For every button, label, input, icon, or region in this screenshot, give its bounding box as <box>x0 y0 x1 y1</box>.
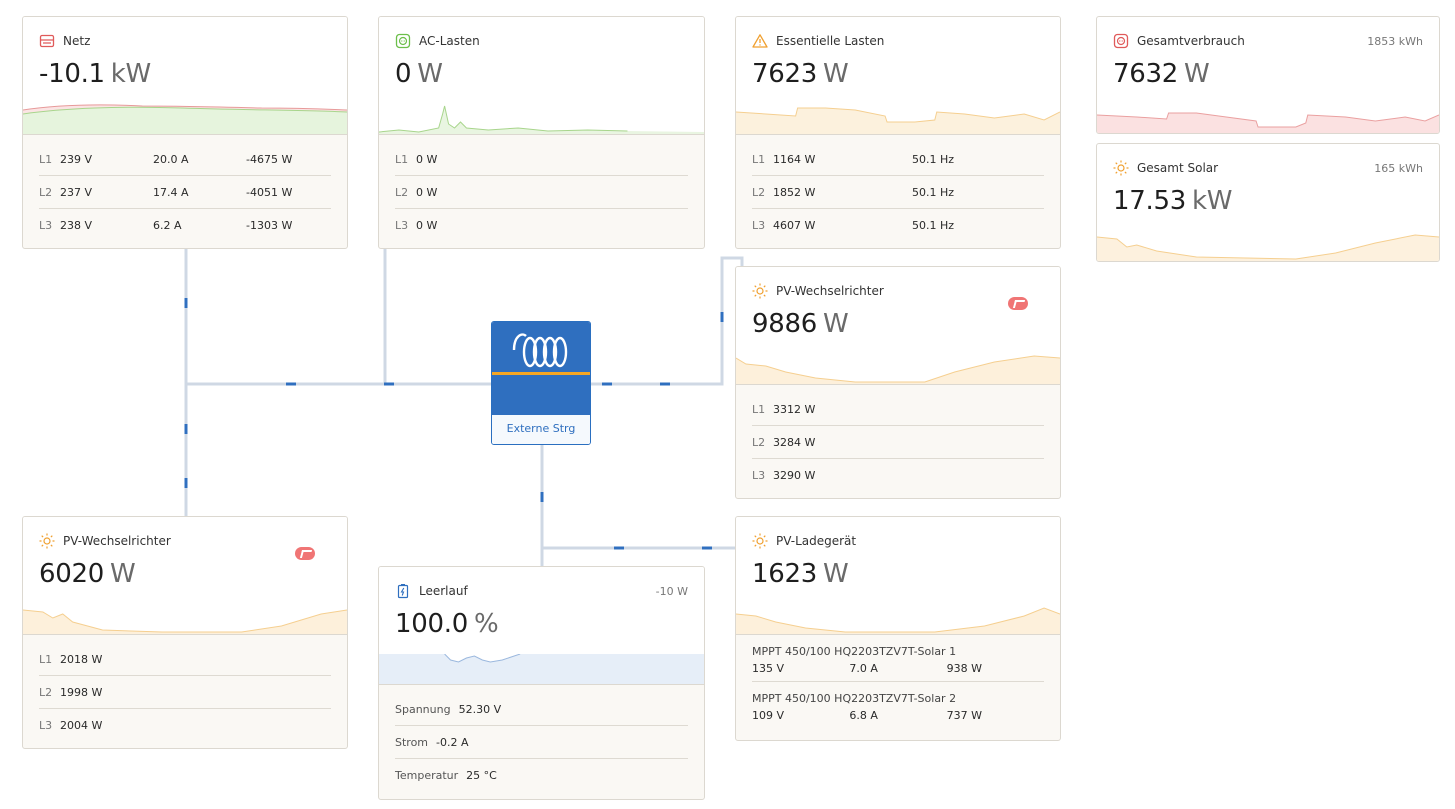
pv-charger-power: 1623 W <box>752 559 849 589</box>
pv-inverter-power: 6020 W <box>39 559 136 589</box>
phase-row: L2 0 W <box>395 176 688 209</box>
battery-sparkline <box>379 654 704 684</box>
phase-row: L2 1998 W <box>39 676 331 709</box>
fronius-badge-icon <box>1008 297 1028 310</box>
pv-inverter-sparkline <box>23 609 347 634</box>
total-solar-card[interactable]: Gesamt Solar 165 kWh 17.53 kW <box>1096 143 1440 262</box>
battery-power: -10 W <box>655 585 688 598</box>
ac-load-power: 0W <box>395 59 443 89</box>
solar-sparkline <box>1097 234 1439 261</box>
total-solar-power: 17.53 kW <box>1113 186 1233 216</box>
card-title: Gesamt Solar <box>1137 161 1219 175</box>
phase-row: L1 3312 W <box>752 393 1044 426</box>
card-title: AC-Lasten <box>419 34 480 48</box>
pv-charger-card[interactable]: PV-Ladegerät 1623 W MPPT 450/100 HQ2203TZ… <box>735 516 1061 741</box>
phase-row: L1 0 W <box>395 143 688 176</box>
battery-soc: 100.0% <box>395 609 499 639</box>
sun-icon <box>752 283 768 299</box>
battery-charging-icon <box>395 583 411 599</box>
inverter-device[interactable]: Externe Strg <box>491 321 591 445</box>
essential-loads-power: 7623 W <box>752 59 849 89</box>
grid-power: -10.1 kW <box>39 59 151 89</box>
card-title: Leerlauf <box>419 584 468 598</box>
phase-row: L3 4607 W 50.1 Hz <box>752 218 955 232</box>
phase-row: L1 1164 W 50.1 Hz <box>752 143 1044 176</box>
ac-load-sparkline <box>379 105 704 134</box>
pv-inverter-card-right[interactable]: PV-Wechselrichter 9886 W L1 3312 W L2 3284 … <box>735 266 1061 499</box>
fronius-badge-icon <box>295 547 315 560</box>
inverter-label: Externe Strg <box>492 415 590 444</box>
ac-load-icon <box>395 33 411 49</box>
consumption-icon <box>1113 33 1129 49</box>
phase-row: L3 238 V 6.2 A -1303 W <box>39 218 293 232</box>
phase-row: L3 0 W <box>395 218 438 232</box>
grid-icon <box>39 33 55 49</box>
phase-row: L3 3290 W <box>752 468 816 482</box>
victron-logo-icon <box>492 322 590 372</box>
battery-stat-row: Temperatur 25 °C <box>395 768 497 782</box>
battery-stat-row: Strom -0.2 A <box>395 726 688 759</box>
grid-sparkline <box>23 104 347 134</box>
pv-inverter-sparkline <box>736 355 1060 384</box>
card-title: Essentielle Lasten <box>776 34 885 48</box>
phase-row: L2 3284 W <box>752 426 1044 459</box>
essential-loads-sparkline <box>736 107 1060 134</box>
energy-total: 165 kWh <box>1374 162 1423 175</box>
phase-row: L2 237 V 17.4 A -4051 W <box>39 176 331 209</box>
phase-row: L1 239 V 20.0 A -4675 W <box>39 143 331 176</box>
mppt-item: MPPT 450/100 HQ2203TZV7T-Solar 1 135 V 7.… <box>752 645 1044 682</box>
phase-row: L1 2018 W <box>39 643 331 676</box>
grid-card[interactable]: Netz -10.1 kW L1 239 V 20.0 A -4675 W L2 237 … <box>22 16 348 249</box>
mppt-item: MPPT 450/100 HQ2203TZV7T-Solar 2 109 V 6.… <box>752 692 983 722</box>
card-title: PV-Wechselrichter <box>63 534 171 548</box>
battery-card[interactable]: Leerlauf -10 W 100.0% Spannung 52.30 V St… <box>378 566 705 800</box>
sun-icon <box>1113 160 1129 176</box>
card-title: PV-Wechselrichter <box>776 284 884 298</box>
essential-loads-card[interactable]: Essentielle Lasten 7623 W L1 1164 W 50.1 Hz… <box>735 16 1061 249</box>
card-title: Gesamtverbrauch <box>1137 34 1245 48</box>
consumption-sparkline <box>1097 112 1439 133</box>
warning-icon <box>752 33 768 49</box>
phase-row: L2 1852 W 50.1 Hz <box>752 176 1044 209</box>
pv-charger-sparkline <box>736 607 1060 634</box>
sun-icon <box>752 533 768 549</box>
card-title: PV-Ladegerät <box>776 534 857 548</box>
ac-loads-card[interactable]: AC-Lasten 0W L1 0 W L2 0 W L3 0 W <box>378 16 705 249</box>
energy-total: 1853 kWh <box>1367 35 1423 48</box>
pv-inverter-power: 9886 W <box>752 309 849 339</box>
total-consumption-power: 7632 W <box>1113 59 1210 89</box>
sun-icon <box>39 533 55 549</box>
battery-stat-row: Spannung 52.30 V <box>395 693 688 726</box>
phase-row: L3 2004 W <box>39 718 103 732</box>
pv-inverter-card-left[interactable]: PV-Wechselrichter 6020 W L1 2018 W L2 1998 … <box>22 516 348 749</box>
card-title: Netz <box>63 34 91 48</box>
total-consumption-card[interactable]: Gesamtverbrauch 1853 kWh 7632 W <box>1096 16 1440 134</box>
